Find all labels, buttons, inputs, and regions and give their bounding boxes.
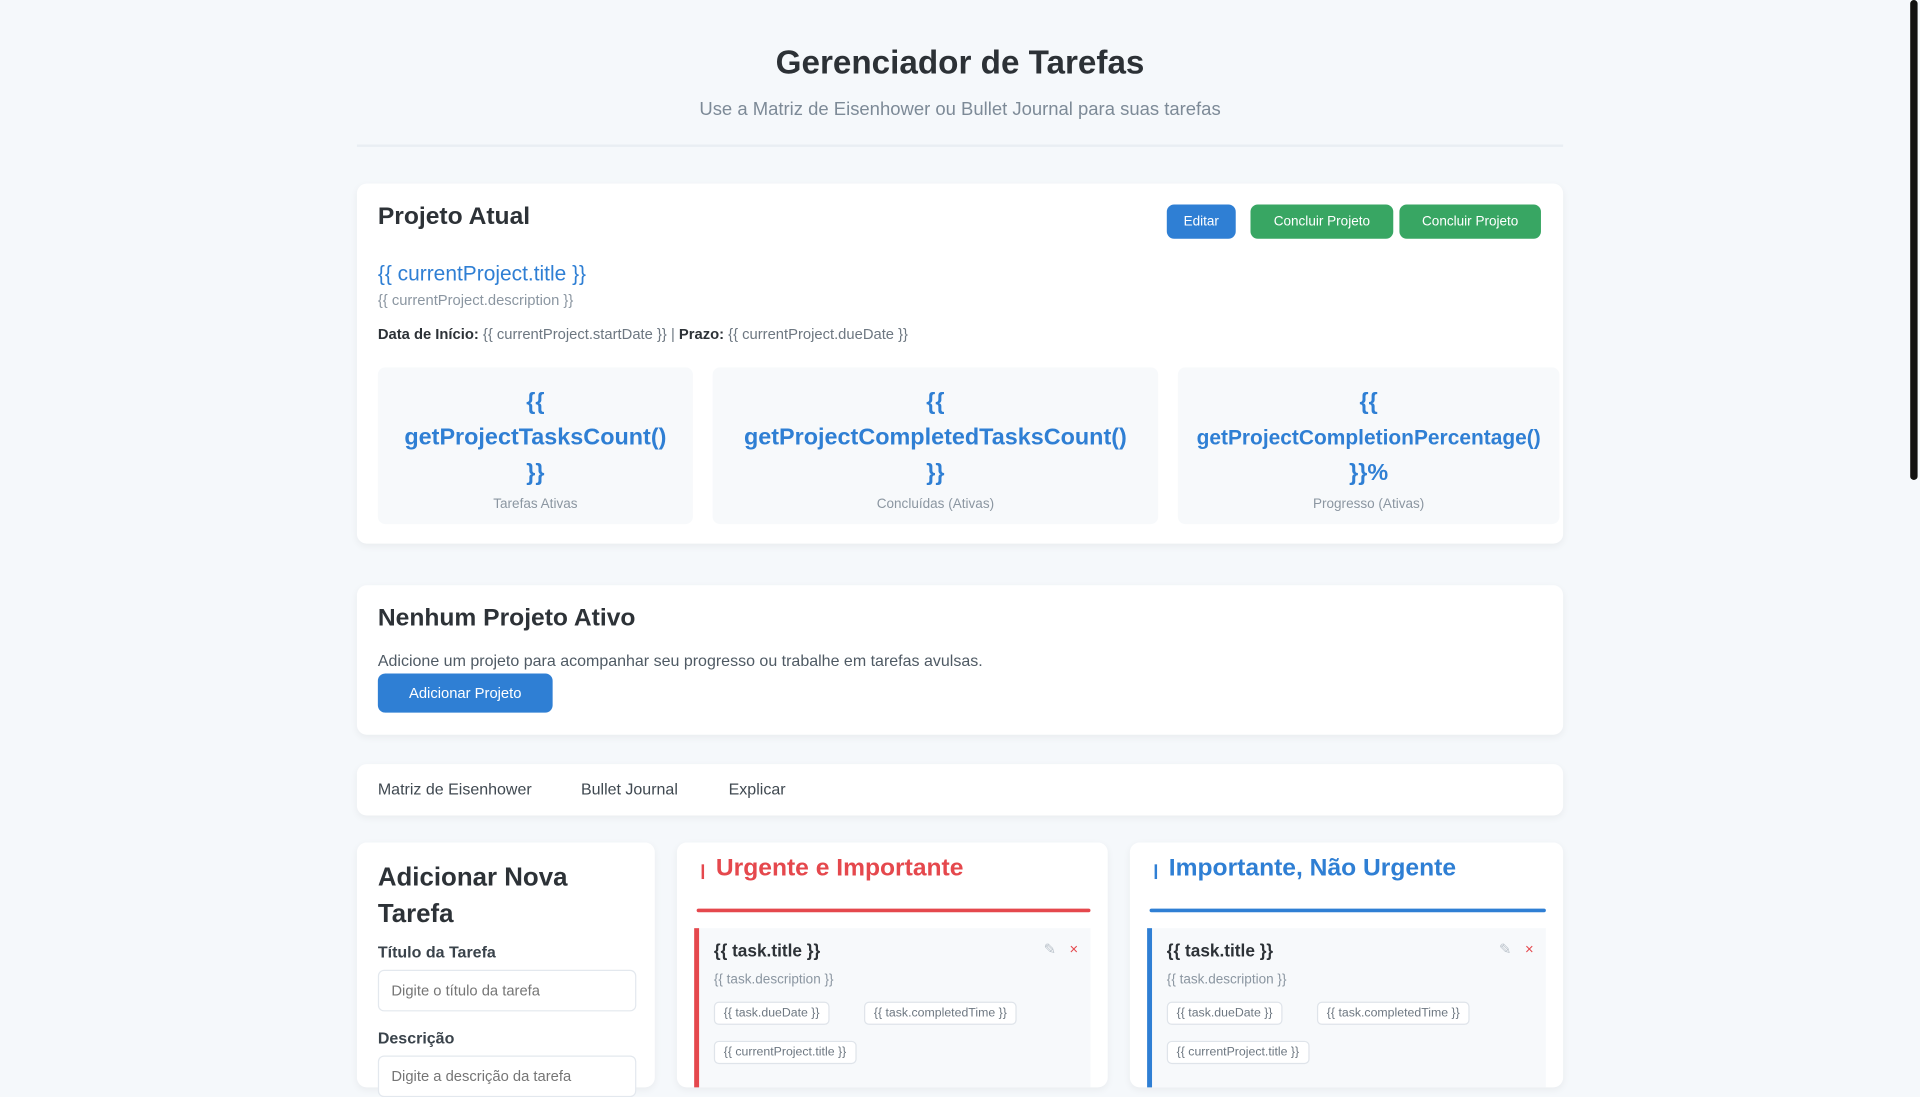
page-header: Gerenciador de Tarefas Use a Matriz de E… (357, 37, 1563, 120)
quadrant-divider (1149, 908, 1546, 913)
task-project-chip: {{ currentProject.title }} (713, 1040, 857, 1065)
deadline-label: Prazo: (678, 325, 725, 343)
page-subtitle: Use a Matriz de Eisenhower ou Bullet Jou… (699, 99, 1221, 121)
task-description: {{ task.description }} (713, 972, 834, 987)
task-description: {{ task.description }} (1166, 972, 1287, 987)
edit-project-button[interactable]: Editar (1166, 204, 1236, 239)
page-title: Gerenciador de Tarefas (775, 44, 1145, 81)
add-project-button[interactable]: Adicionar Projeto (377, 673, 553, 713)
stat-label: Progresso (Ativas) (1312, 497, 1425, 512)
stat-value-line2: getProjectTasksCount() (404, 424, 667, 451)
quadrant-divider (696, 908, 1091, 913)
stat-completed-tasks: {{ getProjectCompletedTasksCount() }} Co… (712, 367, 1159, 525)
current-project-card: Projeto Atual Editar Concluir Projeto Co… (356, 183, 1564, 544)
task-title: {{ task.title }} (1166, 940, 1274, 961)
add-task-panel: Adicionar Nova Tarefa Título da Tarefa D… (356, 842, 655, 1097)
complete-project-button[interactable]: Concluir Projeto (1250, 204, 1394, 239)
task-description-label: Descrição (377, 1028, 455, 1047)
task-card[interactable]: {{ task.title }} ✎ × {{ task.description… (694, 928, 1091, 1088)
add-task-heading-line1: Adicionar Nova (377, 863, 568, 892)
task-title-input[interactable] (377, 969, 637, 1012)
stat-progress: {{ getProjectCompletionPercentage() }}% … (1177, 367, 1560, 525)
project-name[interactable]: {{ currentProject.title }} (378, 262, 586, 286)
no-project-text: Adicione um projeto para acompanhar seu … (377, 651, 983, 670)
project-description: {{ currentProject.description }} (377, 291, 574, 309)
no-project-card: Nenhum Projeto Ativo Adicione um projeto… (356, 585, 1564, 735)
task-due-chip: {{ task.dueDate }} (713, 1001, 830, 1025)
page-scrollbar[interactable] (1910, 0, 1918, 481)
stat-active-tasks: {{ getProjectTasksCount() }} Tarefas Ati… (377, 367, 693, 525)
stat-value-line1: {{ (1359, 389, 1378, 416)
current-project-heading: Projeto Atual (377, 203, 531, 231)
tab-explain[interactable]: Explicar (729, 780, 786, 798)
quadrant-urgent-important: ❙ Urgente e Importante {{ task.title }} … (676, 842, 1108, 1088)
quadrant-marker-icon: ❙ (696, 862, 710, 880)
tab-eisenhower-matrix[interactable]: Matriz de Eisenhower (378, 780, 532, 798)
task-due-chip: {{ task.dueDate }} (1166, 1001, 1283, 1025)
start-date-label: Data de Início: (377, 325, 479, 343)
deadline-value: {{ currentProject.dueDate }} (728, 325, 909, 343)
quadrant-marker-icon: ❙ (1149, 862, 1162, 880)
start-date-value: {{ currentProject.startDate }} (482, 325, 667, 343)
task-card[interactable]: {{ task.title }} ✎ × {{ task.description… (1147, 928, 1546, 1088)
tab-bullet-journal[interactable]: Bullet Journal (581, 780, 678, 798)
add-task-heading-line2: Tarefa (377, 900, 454, 929)
stat-value-line3: }} (526, 460, 545, 487)
project-dates: Data de Início: {{ currentProject.startD… (378, 326, 908, 343)
task-description-input[interactable] (377, 1055, 637, 1097)
date-separator: | (670, 325, 675, 343)
complete-project-button-secondary[interactable]: Concluir Projeto (1399, 204, 1541, 239)
quadrant-title: ❙ Urgente e Importante (697, 855, 964, 883)
edit-task-icon[interactable]: ✎ (1044, 940, 1056, 957)
stat-label: Concluídas (Ativas) (876, 497, 995, 512)
delete-task-icon[interactable]: × (1070, 940, 1079, 957)
stat-value-line3: }}% (1349, 460, 1389, 487)
stat-value-line2: getProjectCompletionPercentage() (1196, 426, 1541, 450)
stat-value-line1: {{ (526, 389, 545, 416)
task-completed-chip: {{ task.completedTime }} (1316, 1001, 1470, 1025)
stat-value-line3: }} (926, 460, 945, 487)
task-completed-chip: {{ task.completedTime }} (864, 1001, 1017, 1025)
stat-label: Tarefas Ativas (493, 497, 578, 512)
no-project-heading: Nenhum Projeto Ativo (377, 604, 636, 632)
delete-task-icon[interactable]: × (1525, 940, 1534, 957)
view-tabs: Matriz de Eisenhower Bullet Journal Expl… (356, 764, 1564, 816)
add-task-heading: Adicionar Nova Tarefa (378, 860, 568, 933)
stat-value-line1: {{ (926, 389, 945, 416)
quadrant-title: ❙ Importante, Não Urgente (1150, 855, 1456, 883)
quadrant-title-text: Importante, Não Urgente (1168, 854, 1457, 882)
quadrant-title-text: Urgente e Importante (715, 854, 964, 882)
task-title-label: Título da Tarefa (377, 942, 496, 962)
quadrant-important-not-urgent: ❙ Importante, Não Urgente {{ task.title … (1129, 842, 1564, 1088)
task-title: {{ task.title }} (713, 940, 821, 961)
edit-task-icon[interactable]: ✎ (1499, 940, 1511, 957)
header-divider (356, 144, 1564, 147)
stat-value-line2: getProjectCompletedTasksCount() (743, 424, 1127, 451)
app-root: Gerenciador de Tarefas Use a Matriz de E… (0, 0, 1920, 1097)
task-project-chip: {{ currentProject.title }} (1166, 1040, 1309, 1065)
